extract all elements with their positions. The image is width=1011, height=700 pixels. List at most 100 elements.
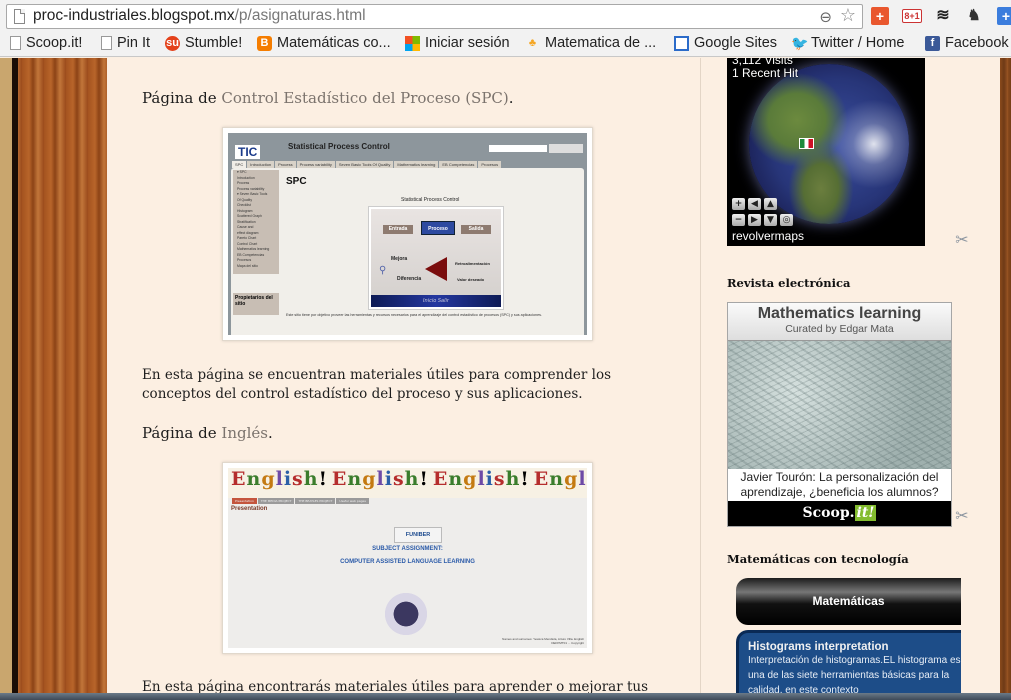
english-banner-word: English! xyxy=(231,468,328,490)
revolvermaps-brand[interactable]: revolvermaps xyxy=(732,229,804,243)
diagram-improve-label: Mejora xyxy=(391,256,408,262)
spc-tab: Process xyxy=(275,161,296,168)
spc-page-heading: SPC xyxy=(286,176,307,187)
os-taskbar xyxy=(0,693,1011,700)
diagram-difference-label: Diferencia xyxy=(397,276,422,282)
english-tab: Presentation xyxy=(232,498,257,504)
spc-nav-item: Mapa del sitio xyxy=(237,263,258,268)
rotate-left-control[interactable]: ◀ xyxy=(748,198,761,210)
english-link[interactable]: Inglés xyxy=(221,424,268,442)
spc-tab: Procesos xyxy=(478,161,502,168)
page-icon xyxy=(14,9,25,24)
microsoft-icon xyxy=(405,35,420,51)
edit-widget-tools-icon[interactable]: ✂ xyxy=(952,230,972,250)
english-tab: THE MEDIA PROJECT xyxy=(257,498,295,504)
spc-sidebar-nav: ▾ SPC Introduction Process Process variabil… xyxy=(233,170,279,274)
spc-link[interactable]: Control Estadístico del Proceso (SPC) xyxy=(221,89,508,107)
spc-tab: SPC xyxy=(232,161,247,168)
english-banner-word: English! xyxy=(533,468,587,490)
url-text[interactable]: proc-industriales.blogspot.mx/p/asignatu… xyxy=(33,7,366,25)
subject-line-1: SUBJECT ASSIGNMENT: xyxy=(372,546,443,552)
tic-logo: TIC xyxy=(235,145,261,159)
scoopit-widget[interactable]: Mathematics learning Curated by Edgar Ma… xyxy=(727,302,952,527)
spc-tabs: SPC Introduction Process Process variabi… xyxy=(232,161,502,168)
scoop-post-caption[interactable]: Javier Tourón: La personalización del ap… xyxy=(728,469,951,501)
magnifier-icon: ⚲ xyxy=(379,265,387,276)
feed-item[interactable]: Histograms interpretation Interpretación… xyxy=(736,630,961,700)
rotate-down-control[interactable]: ▼ xyxy=(764,214,777,226)
column-divider xyxy=(700,58,701,700)
bookmark-star-icon[interactable]: ☆ xyxy=(840,5,856,26)
bookmark-matematica-de[interactable]: ♣ Matematica de ... xyxy=(525,35,656,51)
evernote-icon[interactable]: ♞ xyxy=(965,7,983,25)
revista-title: Revista electrónica xyxy=(727,276,851,290)
diagram-feedback-label: Retroalimentación xyxy=(455,261,490,266)
scoop-background-image xyxy=(728,341,951,469)
blogger-icon: B xyxy=(257,35,272,51)
scoopit-logo[interactable]: Scoop. it! xyxy=(728,501,951,526)
spc-diagram-title: Statistical Process Control xyxy=(401,197,460,203)
rotate-up-control[interactable]: ▲ xyxy=(764,198,777,210)
matematicas-tecnologia-title: Matemáticas con tecnología xyxy=(727,552,909,566)
diagram-process-box: Proceso xyxy=(421,221,455,235)
zoom-out-control[interactable]: − xyxy=(732,214,745,226)
subject-line-2: COMPUTER ASSISTED LANGUAGE LEARNING xyxy=(340,559,475,565)
spc-paragraph: En esta página se encuentran materiales … xyxy=(142,367,612,402)
funiber-logo: FUNIBER xyxy=(394,527,442,543)
english-page-heading: Presentation xyxy=(231,506,268,512)
scoop-curator: Curated by Edgar Mata xyxy=(785,323,894,335)
scoop-header: Mathematics learning Curated by Edgar Ma… xyxy=(728,303,951,341)
bookmark-facebook[interactable]: f Facebook xyxy=(925,35,1009,51)
page-icon xyxy=(101,36,112,50)
matematicas-button[interactable]: Matemáticas xyxy=(736,578,961,625)
scoop-topic-title[interactable]: Mathematics learning xyxy=(728,305,951,323)
feed-item-title[interactable]: Histograms interpretation xyxy=(748,641,961,653)
buffer-icon[interactable]: ≋ xyxy=(934,7,952,25)
google-plus-one-icon[interactable]: 8+1 xyxy=(902,9,922,23)
rotate-right-control[interactable]: ▶ xyxy=(748,214,761,226)
diagram-output-box: Salida xyxy=(461,225,491,234)
revolvermaps-widget[interactable]: 3,112 Visits 1 Recent Hit + ◀ ▲ − ▶ ▼ ◎ … xyxy=(727,58,925,246)
bookmark-stumble[interactable]: su Stumble! xyxy=(165,35,242,51)
add-extension-icon[interactable]: + xyxy=(871,7,889,25)
spc-search-button xyxy=(549,144,583,153)
recent-hit: 1 Recent Hit xyxy=(732,66,799,80)
edit-widget-tools-icon[interactable]: ✂ xyxy=(952,506,972,526)
zoom-in-control[interactable]: + xyxy=(732,198,745,210)
wood-background-left xyxy=(0,58,107,700)
bookmark-matematicas[interactable]: B Matemáticas co... xyxy=(257,35,391,51)
page-icon xyxy=(10,36,21,50)
bookmark-pinit[interactable]: Pin It xyxy=(101,35,150,51)
browser-toolbar: proc-industriales.blogspot.mx/p/asignatu… xyxy=(0,0,1011,32)
english-banner: English!English!English!English!English! xyxy=(228,468,587,498)
zoom-out-icon[interactable]: ⊖ xyxy=(819,8,832,26)
spc-diagram: Entrada Proceso Salida Mejora Diferencia… xyxy=(368,206,504,310)
spc-site-title: Statistical Process Control xyxy=(288,142,390,151)
stumbleupon-icon: su xyxy=(165,35,180,51)
feed-item-text: Interpretación de histogramas.EL histogr… xyxy=(748,655,961,696)
recenter-control[interactable]: ◎ xyxy=(780,214,793,226)
spc-tab: Mathematics learning xyxy=(394,161,439,168)
bookmark-iniciar-sesion[interactable]: Iniciar sesión xyxy=(405,35,510,51)
spc-site-thumbnail[interactable]: TIC Statistical Process Control SPC Intr… xyxy=(222,127,593,341)
bookmark-twitter[interactable]: 🐦 Twitter / Home xyxy=(791,35,904,51)
wood-background-right xyxy=(1000,58,1011,700)
english-tab: THE BEATLES PROJECT xyxy=(295,498,336,504)
english-tab: Useful web pages xyxy=(336,498,369,504)
spc-tab: EB Competencias xyxy=(439,161,478,168)
mexico-flag-icon xyxy=(799,138,814,149)
bookmark-google-sites[interactable]: Google Sites xyxy=(674,35,777,51)
social-people-image xyxy=(379,592,433,636)
english-banner-word: English! xyxy=(432,468,530,490)
blue-plus-extension-icon[interactable]: + xyxy=(997,7,1011,25)
diagram-input-box: Entrada xyxy=(383,225,413,234)
diagram-footer: Inicio Salir xyxy=(371,295,501,307)
spc-tab: Introduction xyxy=(247,161,275,168)
spc-search-input xyxy=(489,145,547,152)
spc-owner-box: Propietarios del sitio xyxy=(233,293,279,315)
google-sites-icon xyxy=(674,35,689,51)
twitter-icon: 🐦 xyxy=(791,34,809,51)
address-bar[interactable]: proc-industriales.blogspot.mx/p/asignatu… xyxy=(6,4,863,29)
english-site-thumbnail[interactable]: English!English!English!English!English!… xyxy=(222,462,593,654)
bookmark-scoopit[interactable]: Scoop.it! xyxy=(10,35,82,51)
